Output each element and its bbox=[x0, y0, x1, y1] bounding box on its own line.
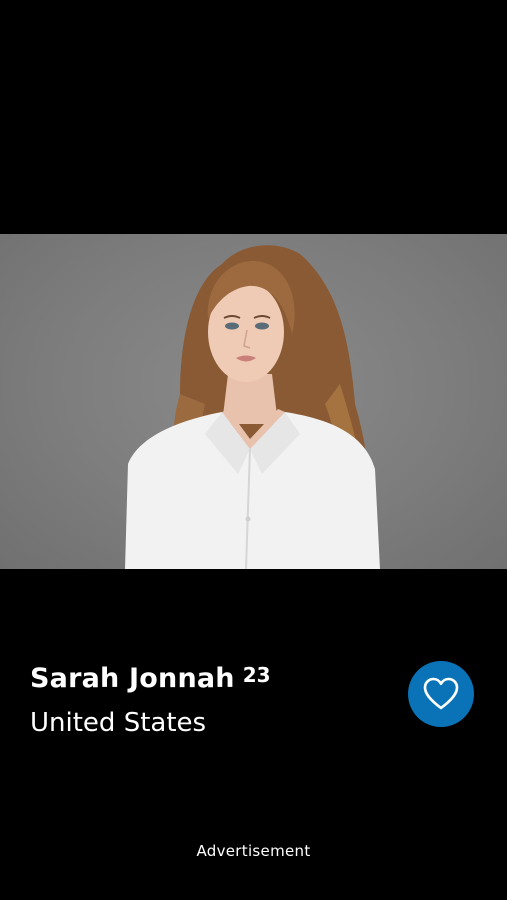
heart-icon bbox=[423, 677, 459, 710]
profile-name: Sarah Jonnah bbox=[30, 663, 235, 694]
profile-name-row: Sarah Jonnah 23 bbox=[30, 662, 271, 696]
advertisement-label[interactable]: Advertisement bbox=[0, 840, 507, 862]
screen: Sarah Jonnah 23 United States Advertisem… bbox=[0, 0, 507, 900]
profile-location: United States bbox=[30, 708, 207, 738]
profile-photo[interactable] bbox=[0, 234, 507, 569]
portrait-illustration bbox=[125, 245, 380, 569]
like-button[interactable] bbox=[408, 661, 474, 727]
profile-age: 23 bbox=[242, 663, 271, 687]
